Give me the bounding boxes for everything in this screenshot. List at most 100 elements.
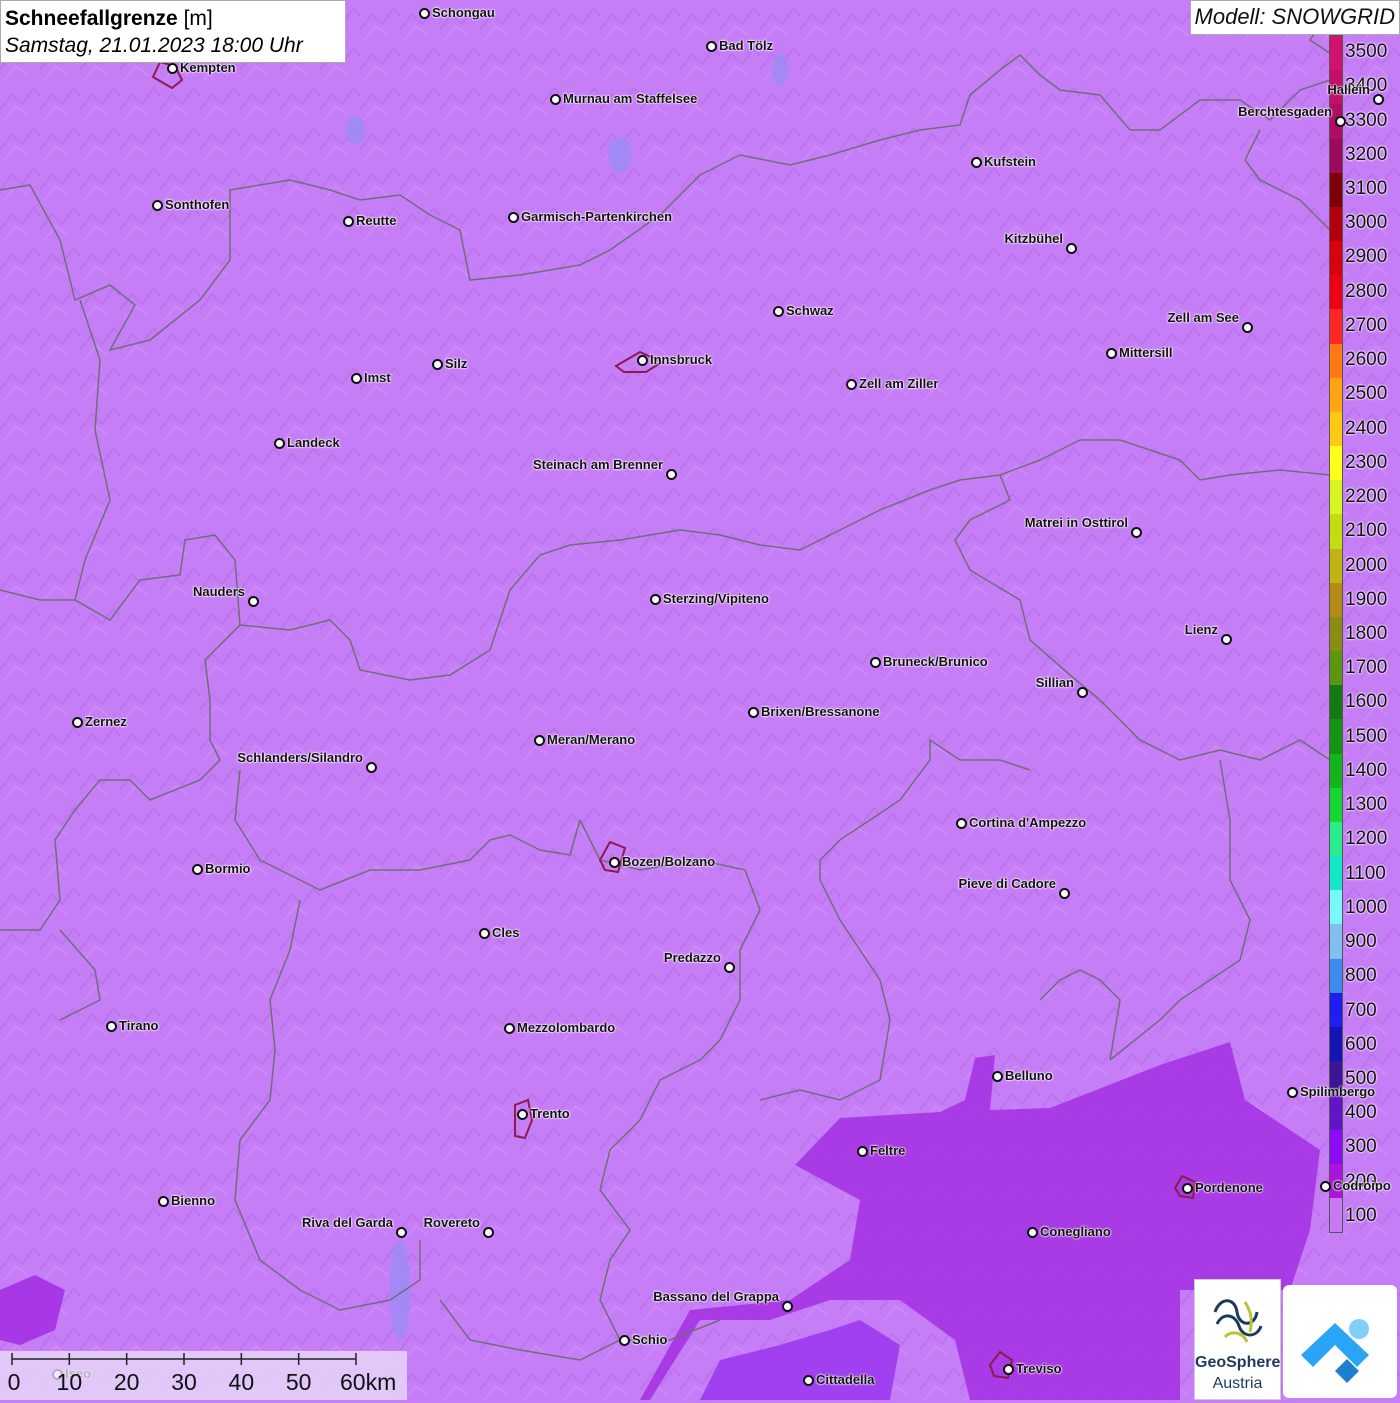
city-label: Bozen/Bolzano xyxy=(622,854,716,869)
legend-swatch xyxy=(1330,343,1342,378)
legend-swatch xyxy=(1330,138,1342,173)
legend-swatch xyxy=(1330,582,1342,617)
map-title-box: Schneefallgrenze [m] Samstag, 21.01.2023… xyxy=(0,0,346,63)
legend-label: 400 xyxy=(1345,1102,1377,1124)
city-dot xyxy=(366,762,377,773)
legend-label: 2700 xyxy=(1345,314,1388,336)
city-dot xyxy=(1027,1227,1038,1238)
city-label: Mittersill xyxy=(1119,345,1173,360)
city-dot xyxy=(419,8,430,19)
legend-swatch xyxy=(1330,1197,1342,1233)
city-label: Treviso xyxy=(1016,1361,1062,1376)
city-dot xyxy=(158,1196,169,1207)
city-label: Matrei in Osttirol xyxy=(1024,515,1128,530)
city-label: Mezzolombardo xyxy=(517,1020,616,1035)
city-label: Reutte xyxy=(356,213,397,228)
city-dot xyxy=(106,1021,117,1032)
city-dot xyxy=(504,1023,515,1034)
legend-swatch xyxy=(1330,411,1342,447)
city-dot xyxy=(1077,687,1088,698)
city-label: Trento xyxy=(530,1106,570,1121)
legend-swatch xyxy=(1330,377,1342,412)
city-label: Bormio xyxy=(205,861,251,876)
city-label: Belluno xyxy=(1005,1068,1053,1083)
legend-swatch xyxy=(1330,1129,1342,1164)
legend-label: 3200 xyxy=(1345,143,1388,165)
scale-label: 20 xyxy=(113,1369,140,1395)
legend-label: 1700 xyxy=(1345,657,1388,679)
city-dot xyxy=(1221,634,1232,645)
legend-label: 100 xyxy=(1345,1204,1377,1226)
city-dot xyxy=(396,1227,407,1238)
city-dot xyxy=(1242,322,1253,333)
legend-label: 600 xyxy=(1345,1033,1377,1055)
city-label: Pieve di Cadore xyxy=(958,876,1056,891)
legend-swatch xyxy=(1330,821,1342,857)
city-label: Landeck xyxy=(287,435,340,450)
legend-swatch xyxy=(1330,787,1342,822)
legend-label: 2400 xyxy=(1345,417,1388,439)
city-dot xyxy=(248,596,259,607)
app-logo[interactable] xyxy=(1283,1285,1397,1398)
legend-label: 3300 xyxy=(1345,109,1388,131)
city-label: Steinach am Brenner xyxy=(532,457,663,472)
city-label: Zell am See xyxy=(1167,310,1239,325)
city-dot xyxy=(1106,348,1117,359)
city-dot xyxy=(479,928,490,939)
legend-swatch xyxy=(1330,890,1342,925)
legend-label: 1300 xyxy=(1345,794,1388,816)
city-label: Cles xyxy=(492,925,520,940)
legend-label: 1800 xyxy=(1345,623,1388,644)
legend-swatch xyxy=(1330,36,1342,71)
geosphere-logo[interactable]: GeoSphere Austria xyxy=(1194,1279,1281,1400)
scale-label: 0 xyxy=(7,1369,21,1395)
city-dot xyxy=(432,359,443,370)
legend-swatch xyxy=(1330,206,1342,242)
map-datetime: Samstag, 21.01.2023 18:00 Uhr xyxy=(5,34,303,57)
city-dot xyxy=(637,355,648,366)
city-label: Sonthofen xyxy=(165,197,230,212)
legend-label: 2500 xyxy=(1345,383,1388,405)
geosphere-emblem-icon xyxy=(1213,1299,1263,1343)
city-label: Cittadella xyxy=(816,1372,875,1387)
city-label: Nauders xyxy=(192,584,245,599)
legend-label: 1900 xyxy=(1345,588,1388,610)
geosphere-subname: Austria xyxy=(1212,1375,1263,1392)
city-label: Schwaz xyxy=(786,303,834,318)
city-dot xyxy=(1182,1183,1193,1194)
legend-swatch xyxy=(1330,480,1342,515)
city-label: Zell am Ziller xyxy=(859,376,939,391)
city-dot xyxy=(857,1146,868,1157)
legend-label: 1400 xyxy=(1345,759,1388,781)
legend-swatch xyxy=(1330,685,1342,720)
city-dot xyxy=(650,594,661,605)
legend-label: 300 xyxy=(1345,1136,1377,1158)
legend-swatch xyxy=(1330,856,1342,891)
city-dot xyxy=(1066,243,1077,254)
legend-swatch xyxy=(1330,1095,1342,1130)
city-dot xyxy=(803,1375,814,1386)
city-label: Tirano xyxy=(119,1018,159,1033)
city-dot xyxy=(956,818,967,829)
legend-swatch xyxy=(1330,924,1342,959)
city-label: Kitzbühel xyxy=(1004,231,1064,246)
scale-bar-line xyxy=(11,1353,357,1365)
city-label: Imst xyxy=(364,370,391,385)
scale-label: 50 xyxy=(285,1369,312,1395)
city-dot xyxy=(534,735,545,746)
city-label: Conegliano xyxy=(1040,1224,1111,1239)
city-dot xyxy=(773,306,784,317)
city-dot xyxy=(483,1227,494,1238)
legend-swatch xyxy=(1330,651,1342,686)
city-label: Sterzing/Vipiteno xyxy=(663,591,769,606)
city-dot xyxy=(1059,888,1070,899)
city-dot xyxy=(1373,94,1384,105)
legend-label: 1200 xyxy=(1345,828,1388,850)
city-dot xyxy=(152,200,163,211)
city-dot xyxy=(1320,1181,1331,1192)
legend-swatch xyxy=(1330,1026,1342,1062)
city-label: Schongau xyxy=(432,5,495,20)
legend-swatch xyxy=(1330,172,1342,207)
legend-swatch xyxy=(1330,309,1342,344)
legend-label: 700 xyxy=(1345,999,1377,1021)
